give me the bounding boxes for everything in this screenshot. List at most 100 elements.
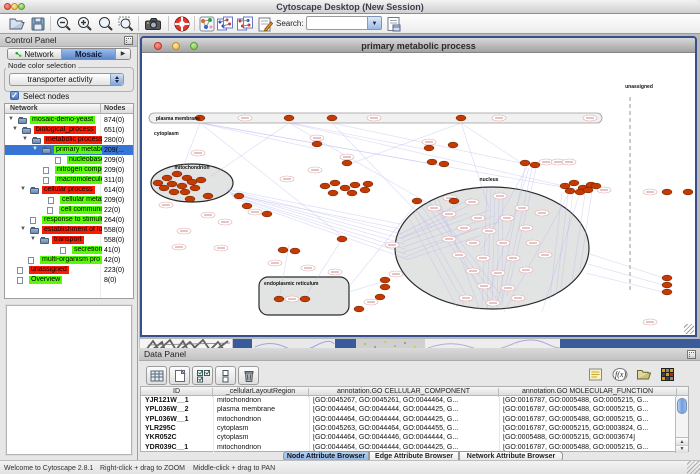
graph-node[interactable] — [662, 289, 672, 295]
tree-row[interactable]: cell communicat22(0) — [5, 205, 133, 215]
table-row[interactable]: YLR295Ccytoplasm[GO:0045263, GO:0044464,… — [141, 425, 676, 434]
graph-node[interactable] — [330, 180, 340, 186]
tree-row[interactable]: ▼cellular process614(0) — [5, 185, 133, 195]
tree-row[interactable]: unassigned223(0) — [5, 265, 133, 275]
tree-row[interactable]: ▼mosaic-demo-yeast874(0) — [5, 115, 133, 125]
table-row[interactable]: YKR052Ccytoplasm[GO:0044464, GO:0044446,… — [141, 434, 676, 443]
tree-row[interactable]: nucleobase-209(0) — [5, 155, 133, 165]
expand-triangle-icon[interactable]: ▼ — [8, 116, 14, 122]
tree-row[interactable]: response to stimulu264(0) — [5, 215, 133, 225]
graph-node[interactable] — [363, 181, 373, 187]
graph-node[interactable] — [153, 180, 163, 186]
graph-node[interactable] — [203, 193, 213, 199]
unselect-attributes-button[interactable] — [215, 366, 236, 385]
tree-row[interactable]: ▼transport558(0) — [5, 235, 133, 245]
network-overview-panel[interactable] — [6, 305, 132, 455]
tree-row[interactable]: secretion41(0) — [5, 245, 133, 255]
graph-node[interactable] — [172, 171, 182, 177]
graph-node[interactable] — [196, 177, 206, 183]
table-row[interactable]: YJR121W__1mitochondrion[GO:0045267, GO:0… — [141, 397, 676, 406]
graph-node[interactable] — [312, 141, 322, 147]
network-merge-blue-icon[interactable] — [236, 15, 254, 33]
expand-triangle-icon[interactable]: ▼ — [30, 236, 36, 242]
graph-node[interactable] — [591, 183, 601, 189]
zoom-selected-icon[interactable] — [117, 15, 135, 33]
select-nodes-checkbox[interactable]: ✓ — [10, 91, 19, 100]
table-scrollbar[interactable]: ▲▼ — [675, 397, 688, 453]
graph-node[interactable] — [300, 296, 310, 302]
zoom-fit-icon[interactable] — [97, 15, 115, 33]
create-attribute-button[interactable] — [169, 366, 190, 385]
network-window-titlebar[interactable]: primary metabolic process — [142, 38, 695, 53]
graph-node[interactable] — [262, 211, 272, 217]
graph-node[interactable] — [662, 275, 672, 281]
tree-row[interactable]: macromolecule311(0) — [5, 175, 133, 185]
graph-node[interactable] — [380, 277, 390, 283]
graph-node[interactable] — [234, 193, 244, 199]
tree-row[interactable]: Overview8(0) — [5, 275, 133, 285]
network-view-window[interactable]: primary metabolic process plasma membran… — [140, 36, 697, 337]
graph-node[interactable] — [360, 187, 370, 193]
search-dropdown-button[interactable]: ▼ — [368, 16, 382, 30]
save-session-icon[interactable] — [29, 15, 47, 33]
graph-node[interactable] — [354, 306, 364, 312]
region-nucleus[interactable] — [395, 187, 589, 309]
network-canvas[interactable]: plasma membrane cytoplasm mitochondrion … — [144, 53, 698, 335]
graph-node[interactable] — [169, 189, 179, 195]
table-row[interactable]: YPL036W__2plasma membrane[GO:0044464, GO… — [141, 406, 676, 415]
graph-node[interactable] — [662, 189, 672, 195]
expand-triangle-icon[interactable]: ▼ — [22, 136, 28, 142]
background-windows[interactable] — [139, 337, 700, 348]
export-image-icon[interactable] — [144, 15, 162, 33]
zoom-out-icon[interactable] — [55, 15, 73, 33]
expand-triangle-icon[interactable]: ▼ — [12, 126, 18, 132]
graph-node[interactable] — [375, 294, 385, 300]
import-attributes-icon[interactable] — [636, 367, 653, 383]
graph-node[interactable] — [427, 159, 437, 165]
search-input[interactable] — [306, 16, 368, 30]
graph-node[interactable] — [159, 185, 169, 191]
graph-node[interactable] — [290, 248, 300, 254]
scrollbar-thumb[interactable] — [677, 398, 687, 414]
function-builder-icon[interactable]: f(x) — [612, 367, 629, 383]
graph-node[interactable] — [448, 142, 458, 148]
graph-node[interactable] — [350, 182, 360, 188]
tree-row[interactable]: ▼biological_process651(0) — [5, 125, 133, 135]
table-column-header[interactable]: annotation.GO MOLECULAR_FUNCTION — [499, 388, 677, 397]
tab-mosaic[interactable]: Mosaic — [62, 49, 116, 59]
network-merge-red-icon[interactable] — [216, 15, 234, 33]
table-column-header[interactable]: ID — [141, 388, 213, 397]
tree-row[interactable]: ▼primary metabo209(... — [5, 145, 133, 155]
graph-node[interactable] — [449, 198, 459, 204]
window-titlebar[interactable]: Cytoscape Desktop (New Session) — [0, 0, 700, 14]
table-column-header[interactable]: annotation.GO CELLULAR_COMPONENT — [309, 388, 499, 397]
graph-node[interactable] — [380, 284, 390, 290]
graph-node[interactable] — [328, 190, 338, 196]
graph-node[interactable] — [583, 187, 593, 193]
expand-triangle-icon[interactable]: ▼ — [20, 186, 26, 192]
graph-node[interactable] — [177, 183, 187, 189]
tab-overflow-arrow[interactable]: ▶ — [116, 49, 130, 59]
delete-attribute-button[interactable] — [238, 366, 259, 385]
tree-row[interactable]: ▼establishment of lo558(0) — [5, 225, 133, 235]
graph-node[interactable] — [320, 183, 330, 189]
data-panel-float-icon[interactable] — [687, 350, 696, 359]
graph-node[interactable] — [412, 198, 422, 204]
vizmapper-icon[interactable] — [198, 15, 216, 33]
graph-node[interactable] — [185, 196, 195, 202]
attribute-color-matrix-icon[interactable] — [660, 367, 677, 383]
expand-triangle-icon[interactable]: ▼ — [32, 146, 38, 152]
table-column-header[interactable]: _cellularLayoutRegion — [213, 388, 309, 397]
select-attributes-button[interactable] — [192, 366, 213, 385]
attribute-browser-icon[interactable] — [385, 15, 403, 33]
graph-node[interactable] — [565, 188, 575, 194]
expand-triangle-icon[interactable]: ▼ — [20, 226, 26, 232]
tab-network[interactable]: Network — [8, 49, 62, 59]
help-lifesaver-icon[interactable] — [173, 15, 191, 33]
graph-node[interactable] — [187, 179, 197, 185]
node-color-dropdown[interactable]: transporter activity — [9, 73, 124, 86]
open-network-icon[interactable] — [8, 15, 26, 33]
table-row[interactable]: YPL036W__1mitochondrion[GO:0044464, GO:0… — [141, 416, 676, 425]
graph-node[interactable] — [530, 162, 540, 168]
graph-node[interactable] — [683, 189, 693, 195]
